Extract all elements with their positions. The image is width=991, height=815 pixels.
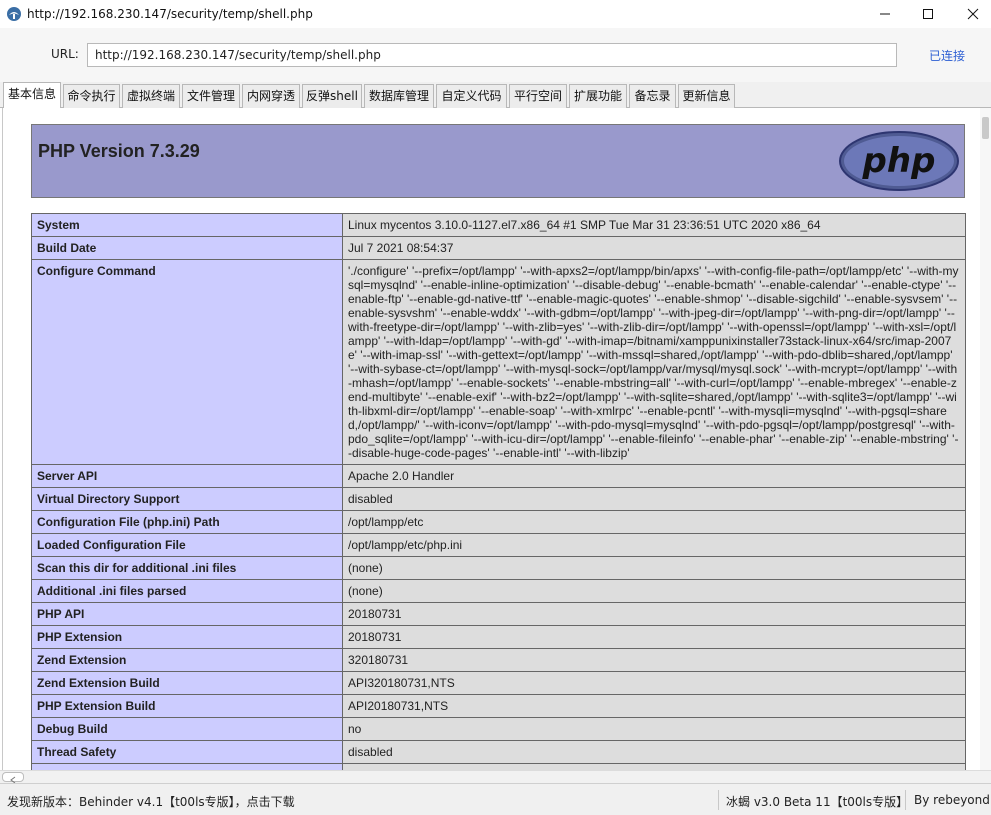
tab-extensions[interactable]: 扩展功能: [569, 84, 627, 108]
close-icon: [967, 8, 979, 20]
info-key-cell: Server API: [31, 464, 343, 488]
maximize-icon: [923, 9, 933, 19]
info-value-cell: 320180731: [342, 648, 966, 672]
status-bar: 发现新版本：Behinder v4.1【t00ls专版】，点击下载 冰蝎 v3.…: [0, 783, 991, 815]
tab-file-manager[interactable]: 文件管理: [182, 84, 240, 108]
info-key-cell: Additional .ini files parsed: [31, 579, 343, 603]
info-value-cell: Apache 2.0 Handler: [342, 464, 966, 488]
info-value-cell: disabled: [342, 487, 966, 511]
table-row: Configure Command './configure' '--prefix…: [31, 259, 966, 465]
table-row: Virtual Directory Support disabled: [31, 487, 966, 511]
info-value-cell: /opt/lampp/etc: [342, 510, 966, 534]
info-value-cell: './configure' '--prefix=/opt/lampp' '--w…: [342, 259, 966, 465]
scroll-left-button[interactable]: [2, 772, 24, 784]
table-row: Thread Safety disabled: [31, 740, 966, 764]
tab-intranet-tunnel[interactable]: 内网穿透: [242, 84, 300, 108]
update-notice-link[interactable]: 发现新版本：Behinder v4.1【t00ls专版】，点击下载: [7, 793, 295, 810]
table-row: Additional .ini files parsed (none): [31, 579, 966, 603]
table-row: System Linux mycentos 3.10.0-1127.el7.x86…: [31, 213, 966, 237]
maximize-button[interactable]: [905, 0, 951, 28]
info-value-cell: (none): [342, 579, 966, 603]
info-value-cell: (none): [342, 556, 966, 580]
info-key-cell: Debug Build: [31, 717, 343, 741]
table-row: Zend Extension Build API320180731,NTS: [31, 671, 966, 695]
title-bar: http://192.168.230.147/security/temp/she…: [0, 0, 991, 28]
tab-command-exec[interactable]: 命令执行: [63, 84, 120, 108]
minimize-button[interactable]: [862, 0, 908, 28]
tab-memo[interactable]: 备忘录: [629, 84, 676, 108]
tab-basic-info[interactable]: 基本信息: [3, 82, 61, 109]
horizontal-scrollbar[interactable]: [0, 770, 991, 784]
info-key-cell: Build Date: [31, 236, 343, 260]
close-button[interactable]: [950, 0, 991, 28]
info-key-cell: System: [31, 213, 343, 237]
window-title: http://192.168.230.147/security/temp/she…: [27, 7, 313, 21]
info-value-cell: no: [342, 717, 966, 741]
info-key-cell: PHP Extension: [31, 625, 343, 649]
info-value-cell: Linux mycentos 3.10.0-1127.el7.x86_64 #1…: [342, 213, 966, 237]
tab-virtual-terminal[interactable]: 虚拟终端: [122, 84, 180, 108]
info-key-cell: Configure Command: [31, 259, 343, 465]
phpinfo-table: System Linux mycentos 3.10.0-1127.el7.x86…: [31, 213, 966, 770]
url-input[interactable]: [87, 43, 897, 67]
tab-update-info[interactable]: 更新信息: [678, 84, 735, 108]
table-row: Build Date Jul 7 2021 08:54:37: [31, 236, 966, 260]
info-value-cell: disabled: [342, 740, 966, 764]
info-value-cell: API320180731,NTS: [342, 671, 966, 695]
url-bar: URL: 已连接: [0, 28, 991, 82]
info-key-cell: Loaded Configuration File: [31, 533, 343, 557]
info-key-cell: Thread Safety: [31, 740, 343, 764]
info-key-cell: PHP Extension Build: [31, 694, 343, 718]
info-value-cell: 20180731: [342, 602, 966, 626]
minimize-icon: [880, 13, 890, 15]
info-value-cell: 20180731: [342, 625, 966, 649]
info-key-cell: Configuration File (php.ini) Path: [31, 510, 343, 534]
tab-parallel-space[interactable]: 平行空间: [509, 84, 567, 108]
status-divider: [718, 790, 719, 810]
table-row: PHP API 20180731: [31, 602, 966, 626]
connection-status: 已连接: [929, 49, 966, 63]
status-divider: [905, 790, 906, 810]
url-label: URL:: [51, 47, 79, 61]
info-key-cell: Scan this dir for additional .ini files: [31, 556, 343, 580]
tab-reverse-shell[interactable]: 反弹shell: [302, 84, 362, 108]
table-row: Loaded Configuration File/opt/lampp/etc/…: [31, 533, 966, 557]
info-value-cell: API20180731,NTS: [342, 694, 966, 718]
table-row: Server API Apache 2.0 Handler: [31, 464, 966, 488]
tab-custom-code[interactable]: 自定义代码: [436, 84, 507, 108]
table-row: Configuration File (php.ini) Path/opt/la…: [31, 510, 966, 534]
phpinfo-panel[interactable]: PHP Version 7.3.29 php System Linux mycen…: [2, 108, 980, 770]
table-row: PHP Extension 20180731: [31, 625, 966, 649]
table-row: Debug Build no: [31, 717, 966, 741]
scrollbar-thumb[interactable]: [982, 117, 989, 139]
author-label: By rebeyond: [914, 793, 990, 807]
table-row: PHP Extension Build API20180731,NTS: [31, 694, 966, 718]
tab-bar: 基本信息 命令执行 虚拟终端 文件管理 内网穿透 反弹shell 数据库管理 自…: [0, 82, 991, 109]
info-key-cell: PHP API: [31, 602, 343, 626]
php-version-header: PHP Version 7.3.29 php: [31, 124, 965, 198]
php-logo-icon: php: [839, 131, 959, 191]
table-row: Scan this dir for additional .ini files(…: [31, 556, 966, 580]
php-version-title: PHP Version 7.3.29: [38, 141, 200, 161]
behinder-app-icon: [7, 7, 21, 21]
php-logo-text: php: [862, 141, 936, 181]
version-label: 冰蝎 v3.0 Beta 11【t00ls专版】: [726, 795, 909, 809]
table-row: Zend Extension 320180731: [31, 648, 966, 672]
info-value-cell: Jul 7 2021 08:54:37: [342, 236, 966, 260]
info-value-cell: /opt/lampp/etc/php.ini: [342, 533, 966, 557]
info-key-cell: Zend Extension: [31, 648, 343, 672]
info-key-cell: Virtual Directory Support: [31, 487, 343, 511]
tab-database-manager[interactable]: 数据库管理: [364, 84, 434, 108]
vertical-scrollbar[interactable]: [980, 108, 991, 770]
info-key-cell: Zend Extension Build: [31, 671, 343, 695]
